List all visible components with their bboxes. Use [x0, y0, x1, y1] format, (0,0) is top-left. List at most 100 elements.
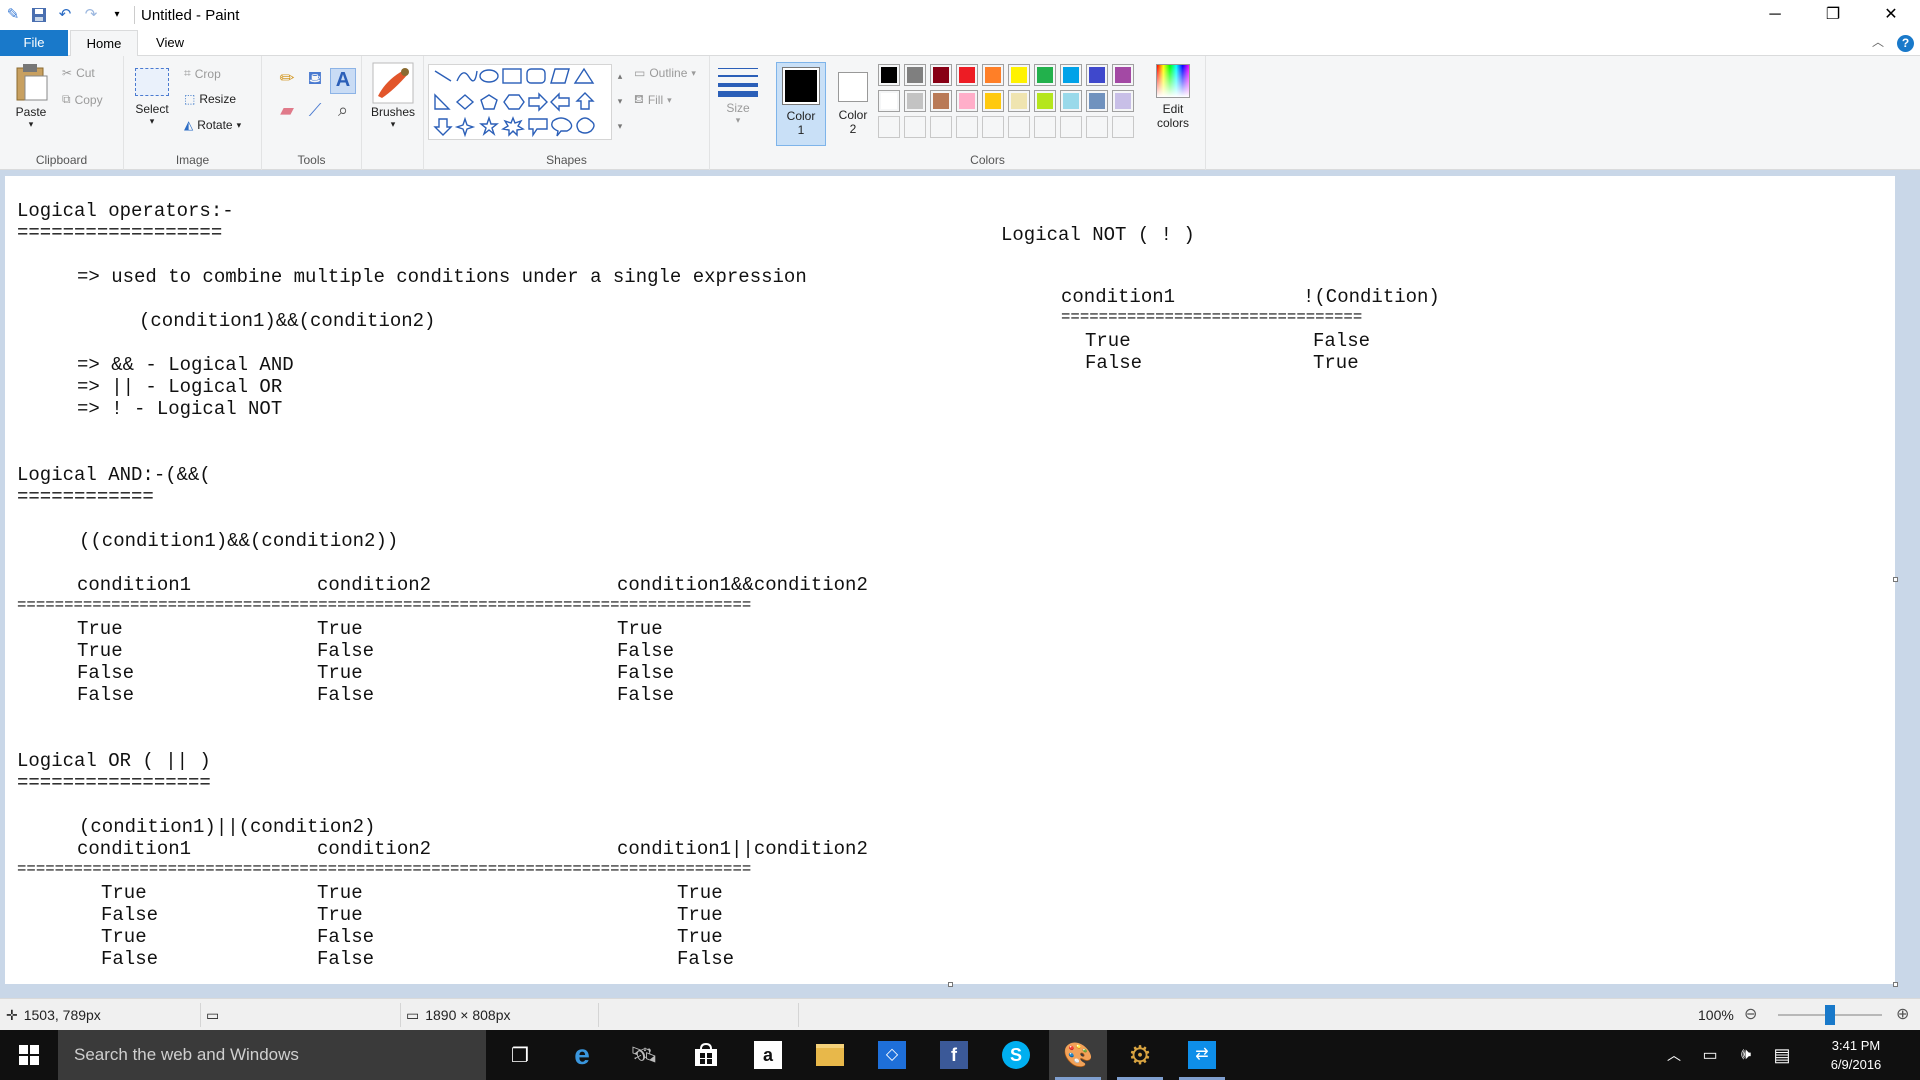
palette-swatch[interactable]: [1060, 64, 1082, 86]
palette-swatch[interactable]: [1034, 90, 1056, 112]
pencil-icon[interactable]: ✏: [274, 68, 300, 94]
facebook-button[interactable]: f: [925, 1030, 983, 1080]
collapse-ribbon-icon[interactable]: ︿: [1872, 33, 1884, 50]
palette-swatch[interactable]: [1060, 90, 1082, 112]
tab-file[interactable]: File: [0, 30, 68, 56]
paint-palette-icon: 🎨: [1063, 1041, 1093, 1069]
help-icon[interactable]: ?: [1897, 35, 1914, 52]
teamviewer-button[interactable]: ⇄: [1173, 1030, 1231, 1080]
palette-swatch[interactable]: [930, 90, 952, 112]
palette-swatch[interactable]: [1008, 90, 1030, 112]
brushes-button[interactable]: Brushes ▾: [366, 62, 420, 130]
palette-swatch[interactable]: [878, 64, 900, 86]
palette-swatch[interactable]: [1086, 90, 1108, 112]
task-view-button[interactable]: ❐: [491, 1030, 549, 1080]
color1-button[interactable]: Color 1: [776, 62, 826, 146]
volume-button[interactable]: 🕪: [1728, 1030, 1764, 1080]
palette-swatch[interactable]: [904, 64, 926, 86]
zoom-out-icon[interactable]: ⊖: [1744, 999, 1757, 1031]
action-center-button[interactable]: ▤: [1764, 1030, 1800, 1080]
amazon-button[interactable]: a: [739, 1030, 797, 1080]
store-button[interactable]: [677, 1030, 735, 1080]
paint-taskbar-button[interactable]: 🎨: [1049, 1030, 1107, 1080]
fill-bucket-icon[interactable]: ⛾: [302, 68, 328, 94]
settings-app-button[interactable]: ⚙: [1111, 1030, 1169, 1080]
rotate-button[interactable]: ◭ Rotate ▾: [184, 118, 241, 132]
zoom-slider-thumb[interactable]: [1825, 1005, 1835, 1025]
custom-color-slot[interactable]: [1008, 116, 1030, 138]
save-icon[interactable]: [26, 0, 52, 30]
edge-button[interactable]: e: [553, 1030, 611, 1080]
custom-color-slot[interactable]: [1060, 116, 1082, 138]
palette-swatch[interactable]: [1112, 64, 1134, 86]
drawing-canvas[interactable]: Logical operators:- ================== =…: [5, 176, 1895, 984]
size-button[interactable]: Size ▾: [716, 64, 760, 126]
custom-color-slot[interactable]: [904, 116, 926, 138]
edge-icon: e: [574, 1039, 590, 1070]
undo-icon[interactable]: ↶: [52, 0, 78, 30]
text-tool-icon[interactable]: A: [330, 68, 356, 94]
magnifier-icon[interactable]: ⌕: [330, 100, 356, 126]
select-dropdown-icon[interactable]: ▾: [132, 116, 172, 127]
palette-swatch[interactable]: [930, 64, 952, 86]
start-button[interactable]: [0, 1030, 58, 1080]
palette-swatch[interactable]: [956, 64, 978, 86]
clock[interactable]: 3:41 PM 6/9/2016: [1816, 1036, 1896, 1074]
not-table-cell: False: [1085, 352, 1143, 374]
fill-button[interactable]: ⛾ Fill ▾: [634, 92, 672, 108]
palette-swatch[interactable]: [1008, 64, 1030, 86]
or-table-cell: False: [317, 926, 375, 948]
blue-app-button[interactable]: ◇: [863, 1030, 921, 1080]
color2-button[interactable]: Color 2: [830, 62, 876, 146]
file-explorer-button[interactable]: [801, 1030, 859, 1080]
canvas-resize-handle-right[interactable]: [1893, 577, 1898, 582]
tab-home[interactable]: Home: [70, 30, 138, 57]
copy-button[interactable]: ⧉ Copy: [62, 92, 103, 107]
zoom-in-icon[interactable]: ⊕: [1896, 999, 1909, 1031]
palette-swatch[interactable]: [1086, 64, 1108, 86]
resize-button[interactable]: ⬚ Resize: [184, 92, 236, 106]
paste-dropdown-icon[interactable]: ▾: [6, 119, 56, 130]
tab-view[interactable]: View: [140, 30, 200, 56]
shapes-scroll[interactable]: ▴ ▾ ▾: [614, 64, 626, 139]
status-bar: ✛ 1503, 789px ▭ ▭ 1890 × 808px 100% ⊖ ⊕: [0, 998, 1920, 1030]
palette-swatch[interactable]: [956, 90, 978, 112]
minimize-button[interactable]: ─: [1746, 0, 1804, 30]
crop-button[interactable]: ⌗ Crop: [184, 66, 221, 81]
network-button[interactable]: ▭: [1692, 1030, 1728, 1080]
shapes-gallery[interactable]: [428, 64, 612, 140]
customize-quick-access-icon[interactable]: ▾: [104, 0, 130, 30]
custom-color-slot[interactable]: [982, 116, 1004, 138]
edit-colors-button[interactable]: Edit colors: [1146, 62, 1200, 130]
close-button[interactable]: ✕: [1862, 0, 1920, 30]
select-button[interactable]: Select ▾: [132, 68, 172, 127]
custom-color-slot[interactable]: [930, 116, 952, 138]
and-header-col3: condition1&&condition2: [617, 574, 868, 596]
custom-color-slot[interactable]: [1112, 116, 1134, 138]
paste-button[interactable]: Paste ▾: [6, 62, 56, 130]
search-box[interactable]: Search the web and Windows: [58, 1030, 486, 1080]
palette-swatch[interactable]: [982, 64, 1004, 86]
zoom-slider-track[interactable]: [1778, 1005, 1882, 1025]
custom-color-slot[interactable]: [956, 116, 978, 138]
palette-swatch[interactable]: [982, 90, 1004, 112]
color-picker-icon[interactable]: ⟋: [302, 100, 328, 126]
outline-button[interactable]: ▭ Outline ▾: [634, 66, 696, 80]
show-hidden-icons-button[interactable]: ︿: [1656, 1030, 1692, 1080]
eraser-icon[interactable]: ▰: [274, 100, 300, 126]
satellite-app-button[interactable]: 🛰: [615, 1030, 673, 1080]
redo-icon[interactable]: ↷: [78, 0, 104, 30]
cut-button[interactable]: ✂ Cut: [62, 66, 95, 80]
custom-color-slot[interactable]: [1034, 116, 1056, 138]
palette-swatch[interactable]: [1112, 90, 1134, 112]
custom-color-slot[interactable]: [878, 116, 900, 138]
canvas-resize-handle-corner[interactable]: [1893, 982, 1898, 987]
palette-swatch[interactable]: [1034, 64, 1056, 86]
canvas-resize-handle-bottom[interactable]: [948, 982, 953, 987]
paint-icon[interactable]: ✎: [0, 0, 26, 30]
custom-color-slot[interactable]: [1086, 116, 1108, 138]
skype-button[interactable]: S: [987, 1030, 1045, 1080]
restore-button[interactable]: ❐: [1804, 0, 1862, 30]
palette-swatch[interactable]: [904, 90, 926, 112]
palette-swatch[interactable]: [878, 90, 900, 112]
